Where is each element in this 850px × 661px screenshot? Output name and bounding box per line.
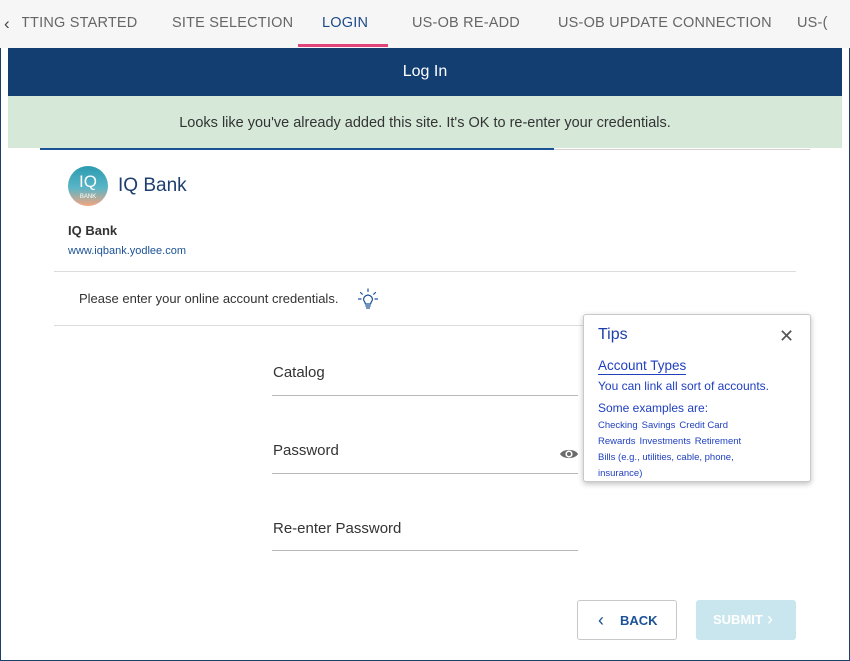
page-title: Log In — [402, 63, 448, 80]
tips-examples-row-4: insurance) — [598, 468, 643, 479]
tab-us-ob-update-connection[interactable]: US-OB UPDATE CONNECTION — [558, 15, 772, 31]
bank-title: IQ Bank — [118, 175, 187, 196]
tab-us-ob-re-add[interactable]: US-OB RE-ADD — [412, 15, 520, 31]
tab-list: TTING STARTED SITE SELECTION LOGIN US-OB… — [22, 0, 842, 48]
chevron-right-icon: › — [767, 609, 773, 629]
credentials-instructions: Please enter your online account credent… — [79, 291, 339, 306]
submit-button[interactable]: SUBMIT › — [696, 600, 796, 640]
tips-example: Checking — [598, 420, 638, 431]
active-tab-indicator — [298, 44, 388, 47]
catalog-field-label[interactable]: Catalog — [273, 364, 325, 381]
tips-examples-row-1: Checking Savings Credit Card — [598, 420, 732, 431]
chevron-left-icon[interactable]: ‹ — [4, 14, 10, 34]
tips-line-1: You can link all sort of accounts. — [598, 379, 769, 393]
submit-button-label: SUBMIT — [713, 612, 763, 627]
bank-name: IQ Bank — [68, 223, 118, 238]
page-header: Log In — [8, 48, 842, 96]
tips-example: Savings — [641, 420, 676, 431]
info-banner: Looks like you've already added this sit… — [8, 96, 842, 148]
banner-message: Looks like you've already added this sit… — [179, 115, 671, 131]
back-button-label: BACK — [620, 613, 658, 628]
password-field[interactable] — [272, 473, 578, 474]
tips-line-2: Some examples are: — [598, 401, 709, 415]
bank-logo-subtext: BANK — [79, 194, 97, 200]
reenter-password-field[interactable] — [272, 550, 578, 551]
tips-example: Investments — [639, 436, 691, 447]
divider — [54, 271, 796, 272]
tips-examples-row-2: Rewards Investments Retirement — [598, 436, 745, 447]
tab-getting-started[interactable]: TTING STARTED — [22, 15, 137, 31]
bank-logo-text: IQ — [79, 172, 97, 191]
tips-subtitle: Account Types — [598, 358, 687, 375]
tab-bar: ‹ TTING STARTED SITE SELECTION LOGIN US-… — [0, 0, 850, 48]
tab-login[interactable]: LOGIN — [322, 15, 368, 31]
reenter-password-field-label[interactable]: Re-enter Password — [273, 520, 401, 537]
lightbulb-icon[interactable] — [358, 288, 378, 310]
close-icon[interactable]: ✕ — [779, 326, 794, 346]
bank-url-link[interactable]: www.iqbank.yodlee.com — [68, 245, 186, 257]
catalog-field[interactable] — [272, 395, 578, 396]
tips-example: Retirement — [694, 436, 742, 447]
eye-icon[interactable] — [559, 446, 579, 462]
tips-example: Rewards — [598, 436, 636, 447]
tips-example: Credit Card — [679, 420, 728, 431]
chevron-left-icon: ‹ — [598, 610, 604, 630]
bank-logo: IQ BANK — [68, 166, 108, 206]
progress-fill — [40, 148, 554, 150]
tab-us-more[interactable]: US-( — [797, 15, 828, 31]
tips-popover: Tips ✕ Account Types You can link all so… — [583, 314, 811, 482]
tab-site-selection[interactable]: SITE SELECTION — [172, 15, 293, 31]
tips-examples-row-3: Bills (e.g., utilities, cable, phone, — [598, 452, 734, 463]
tips-title: Tips — [598, 326, 628, 343]
divider — [54, 325, 584, 326]
password-field-label[interactable]: Password — [273, 442, 339, 459]
back-button[interactable]: ‹ BACK — [577, 600, 677, 640]
